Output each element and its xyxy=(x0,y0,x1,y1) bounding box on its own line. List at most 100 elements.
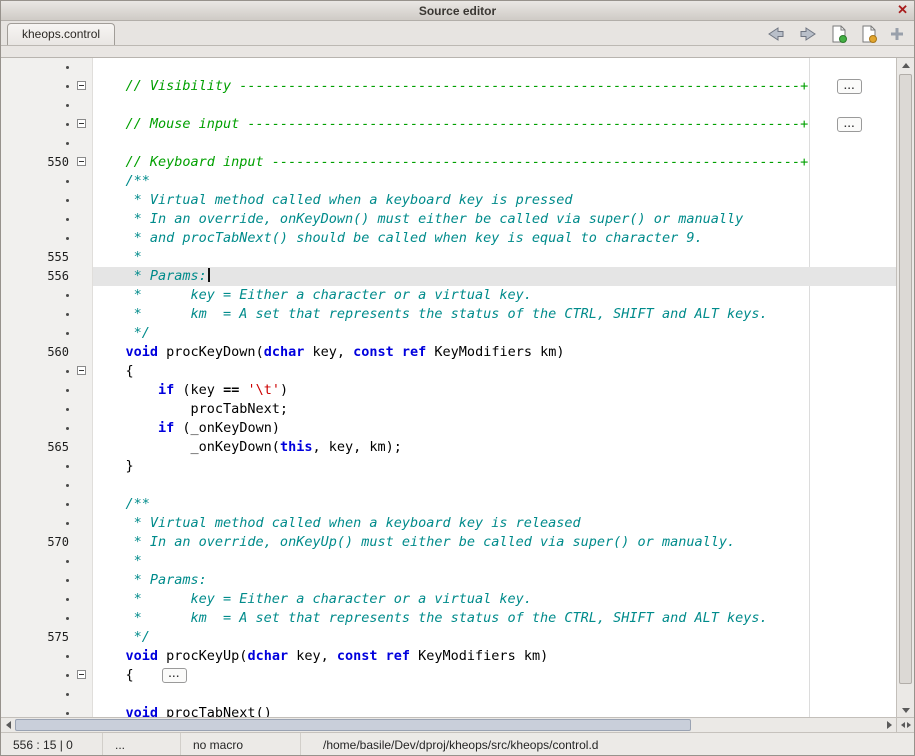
go-back-icon[interactable] xyxy=(766,26,786,42)
code-text[interactable] xyxy=(93,476,896,495)
scroll-right-icon[interactable] xyxy=(882,718,896,732)
code-line: if (_onKeyDown) xyxy=(1,419,896,438)
line-dot-icon xyxy=(66,66,69,69)
scroll-down-icon[interactable] xyxy=(897,703,914,717)
code-line: * Virtual method called when a keyboard … xyxy=(1,514,896,533)
code-text[interactable]: * In an override, onKeyDown() must eithe… xyxy=(93,210,896,229)
code-line: 555 * xyxy=(1,248,896,267)
title-bar[interactable]: Source editor ✕ xyxy=(1,1,914,21)
code-text[interactable]: if (key == '\t') xyxy=(93,381,896,400)
code-area[interactable]: // Visibility --------------------------… xyxy=(1,58,896,717)
fold-gutter xyxy=(73,362,93,381)
fold-gutter xyxy=(73,514,93,533)
fold-gutter xyxy=(73,248,93,267)
horizontal-scrollbar[interactable] xyxy=(1,717,914,732)
fold-toggle-icon[interactable] xyxy=(77,119,86,128)
document-save-orange-icon[interactable] xyxy=(860,25,878,43)
code-line: 565 _onKeyDown(this, key, km); xyxy=(1,438,896,457)
code-text[interactable]: * Params: xyxy=(93,267,896,286)
macro-status: no macro xyxy=(181,733,301,756)
fold-toggle-icon[interactable] xyxy=(77,81,86,90)
code-text[interactable]: * key = Either a character or a virtual … xyxy=(93,590,896,609)
code-text[interactable]: * Params: xyxy=(93,571,896,590)
detach-icon[interactable] xyxy=(890,27,904,41)
document-save-green-icon[interactable] xyxy=(830,25,848,43)
line-dot-icon xyxy=(66,370,69,373)
code-text[interactable]: /** xyxy=(93,172,896,191)
code-text[interactable]: // Visibility --------------------------… xyxy=(93,77,896,96)
fold-gutter xyxy=(73,267,93,286)
code-text[interactable]: { xyxy=(93,362,896,381)
folded-code-ellipsis[interactable]: ... xyxy=(837,117,862,132)
code-line xyxy=(1,96,896,115)
code-line xyxy=(1,134,896,153)
code-text[interactable] xyxy=(93,58,896,77)
tab-kheops-control[interactable]: kheops.control xyxy=(7,23,115,45)
line-number xyxy=(1,495,73,514)
line-number xyxy=(1,552,73,571)
line-dot-icon xyxy=(66,142,69,145)
code-line: 550 // Keyboard input ------------------… xyxy=(1,153,896,172)
code-text[interactable]: * km = A set that represents the status … xyxy=(93,305,896,324)
code-text[interactable]: */ xyxy=(93,324,896,343)
code-line: if (key == '\t') xyxy=(1,381,896,400)
line-dot-icon xyxy=(66,85,69,88)
fold-toggle-icon[interactable] xyxy=(77,670,86,679)
code-text[interactable] xyxy=(93,96,896,115)
line-number xyxy=(1,419,73,438)
fold-toggle-icon[interactable] xyxy=(77,366,86,375)
line-dot-icon xyxy=(66,313,69,316)
line-dot-icon xyxy=(66,218,69,221)
code-text[interactable]: */ xyxy=(93,628,896,647)
code-text[interactable]: * key = Either a character or a virtual … xyxy=(93,286,896,305)
code-text[interactable]: } xyxy=(93,457,896,476)
line-dot-icon xyxy=(66,427,69,430)
fold-gutter xyxy=(73,533,93,552)
code-text[interactable]: void procKeyUp(dchar key, const ref KeyM… xyxy=(93,647,896,666)
folded-code-ellipsis[interactable]: ... xyxy=(162,668,187,683)
code-text[interactable]: procTabNext; xyxy=(93,400,896,419)
code-line: 556 * Params: xyxy=(1,267,896,286)
horizontal-scrollbar-thumb[interactable] xyxy=(15,719,691,731)
vertical-scrollbar[interactable] xyxy=(896,58,914,717)
code-text[interactable]: {... xyxy=(93,666,896,685)
code-line: 575 */ xyxy=(1,628,896,647)
go-forward-icon[interactable] xyxy=(798,26,818,42)
fold-gutter xyxy=(73,305,93,324)
code-text[interactable]: void procKeyDown(dchar key, const ref Ke… xyxy=(93,343,896,362)
fold-gutter xyxy=(73,400,93,419)
code-text[interactable]: if (_onKeyDown) xyxy=(93,419,896,438)
line-number xyxy=(1,590,73,609)
line-dot-icon xyxy=(66,693,69,696)
code-text[interactable]: * Virtual method called when a keyboard … xyxy=(93,191,896,210)
line-dot-icon xyxy=(66,332,69,335)
code-text[interactable]: * km = A set that represents the status … xyxy=(93,609,896,628)
code-text[interactable]: // Keyboard input ----------------------… xyxy=(93,153,896,172)
code-text[interactable]: * xyxy=(93,248,896,267)
scroll-left-icon[interactable] xyxy=(1,718,15,732)
folded-code-ellipsis[interactable]: ... xyxy=(837,79,862,94)
code-text[interactable] xyxy=(93,685,896,704)
code-text[interactable]: * and procTabNext() should be called whe… xyxy=(93,229,896,248)
scroll-up-icon[interactable] xyxy=(897,58,914,72)
line-number xyxy=(1,609,73,628)
vertical-scrollbar-thumb[interactable] xyxy=(899,74,912,684)
code-text[interactable]: * In an override, onKeyUp() must either … xyxy=(93,533,896,552)
code-text[interactable]: /** xyxy=(93,495,896,514)
code-text[interactable]: _onKeyDown(this, key, km); xyxy=(93,438,896,457)
code-text[interactable]: // Mouse input -------------------------… xyxy=(93,115,896,134)
line-number: 556 xyxy=(1,267,73,286)
code-editor[interactable]: // Visibility --------------------------… xyxy=(1,58,914,717)
code-line: * key = Either a character or a virtual … xyxy=(1,286,896,305)
line-number: 565 xyxy=(1,438,73,457)
code-text[interactable]: void procTabNext() xyxy=(93,704,896,717)
scrollbar-corner[interactable] xyxy=(896,718,914,732)
code-line: * and procTabNext() should be called whe… xyxy=(1,229,896,248)
close-icon[interactable]: ✕ xyxy=(897,2,908,18)
fold-toggle-icon[interactable] xyxy=(77,157,86,166)
line-dot-icon xyxy=(66,503,69,506)
code-text[interactable] xyxy=(93,134,896,153)
code-text[interactable]: * xyxy=(93,552,896,571)
fold-gutter xyxy=(73,552,93,571)
code-text[interactable]: * Virtual method called when a keyboard … xyxy=(93,514,896,533)
